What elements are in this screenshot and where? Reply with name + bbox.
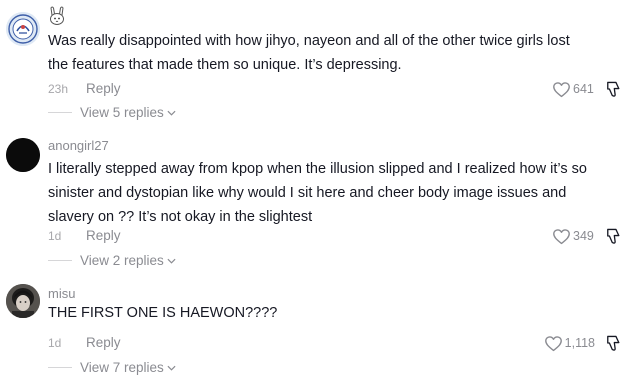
photo-avatar-icon <box>6 284 40 318</box>
username[interactable]: anongirl27 <box>48 138 109 153</box>
view-replies-label: View 5 replies <box>80 105 164 120</box>
comment-text-line: I literally stepped away from kpop when … <box>48 161 587 177</box>
like-group: 349 <box>552 226 622 246</box>
comment-text-line: THE FIRST ONE IS HAEWON???? <box>48 305 278 321</box>
like-group: 1,118 <box>544 333 622 353</box>
heart-icon[interactable] <box>544 335 563 352</box>
heart-icon[interactable] <box>552 228 571 245</box>
dislike-icon[interactable] <box>605 227 622 245</box>
timestamp: 1d <box>48 336 62 350</box>
view-replies-label: View 2 replies <box>80 253 164 268</box>
username[interactable]: misu <box>48 286 75 301</box>
bunny-emoji-icon <box>46 6 68 26</box>
avatar[interactable] <box>6 284 40 318</box>
like-count: 349 <box>573 229 594 243</box>
view-replies-button[interactable]: View 5 replies <box>48 105 176 120</box>
comment-text-line: the features that made them so unique. I… <box>48 57 402 73</box>
dislike-icon[interactable] <box>605 80 622 98</box>
avatar[interactable] <box>6 12 40 46</box>
comment-text-line: Was really disappointed with how jihyo, … <box>48 33 570 49</box>
dislike-icon[interactable] <box>605 334 622 352</box>
like-count: 1,118 <box>564 336 595 350</box>
comment-text-line: sinister and dystopian like why would I … <box>48 185 567 201</box>
divider-line <box>48 112 72 113</box>
view-replies-label: View 7 replies <box>80 360 164 375</box>
chevron-down-icon <box>167 110 176 116</box>
comment-text: THE FIRST ONE IS HAEWON???? <box>48 301 608 325</box>
comment-text: I literally stepped away from kpop when … <box>48 157 608 229</box>
round-logo-avatar-icon <box>6 12 40 46</box>
chevron-down-icon <box>167 258 176 264</box>
chevron-down-icon <box>167 365 176 371</box>
view-replies-button[interactable]: View 7 replies <box>48 360 176 375</box>
timestamp: 23h <box>48 82 69 96</box>
heart-icon[interactable] <box>552 81 571 98</box>
avatar[interactable] <box>6 138 40 172</box>
black-circle-avatar-icon <box>6 138 40 172</box>
reply-button[interactable]: Reply <box>86 228 121 243</box>
divider-line <box>48 367 72 368</box>
comment-text-line: slavery on ?? It’s not okay in the sligh… <box>48 209 313 225</box>
reply-button[interactable]: Reply <box>86 81 121 96</box>
like-group: 641 <box>552 79 622 99</box>
reply-button[interactable]: Reply <box>86 335 121 350</box>
timestamp: 1d <box>48 229 62 243</box>
comment-text: Was really disappointed with how jihyo, … <box>48 29 608 77</box>
like-count: 641 <box>573 82 594 96</box>
view-replies-button[interactable]: View 2 replies <box>48 253 176 268</box>
divider-line <box>48 260 72 261</box>
